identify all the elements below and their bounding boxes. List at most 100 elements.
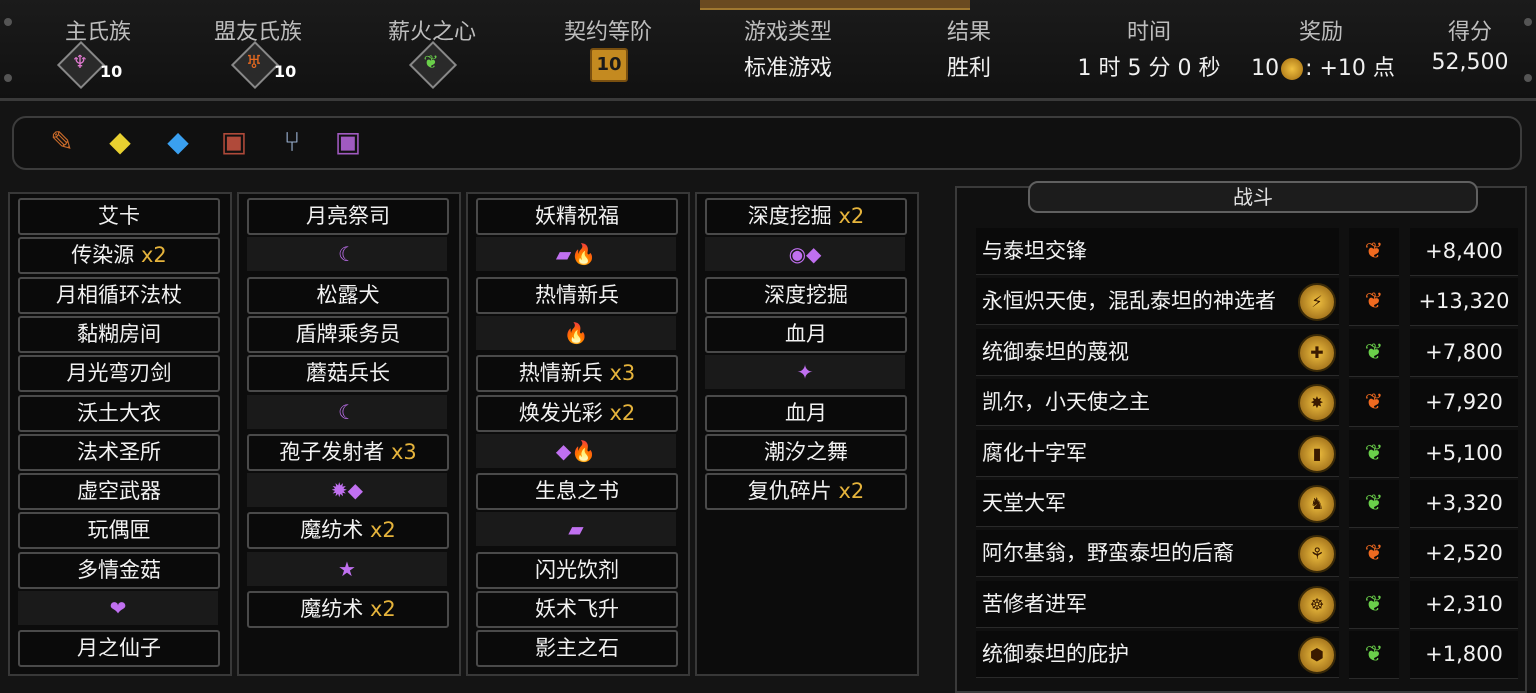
battle-row-score: +2,310 (1410, 580, 1518, 629)
battle-row-name[interactable]: 阿尔基翁，野蛮泰坦的后裔 (976, 530, 1339, 578)
header-allied-clan: 盟友氏族 (213, 20, 302, 45)
card-entry[interactable]: 深度挖掘 (705, 276, 907, 314)
card-upgrade-icons[interactable]: ★ (247, 551, 447, 586)
blue-crystal-icon[interactable]: ◆ (160, 124, 196, 160)
pyre-hot-icon: ❦ (1349, 278, 1399, 327)
card-entry[interactable]: 魔纺术 x2 (247, 591, 449, 628)
allied-clan-level: 10 (274, 62, 297, 81)
run-summary-header: 主氏族 盟友氏族 薪火之心 契约等阶 游戏类型 结果 时间 奖励 得分 ♆ 10… (0, 0, 1536, 101)
red-chest-icon[interactable]: ▣ (216, 124, 252, 160)
card-name: 月相循环法杖 (56, 282, 182, 307)
pyre-hot-icon: ❦ (1349, 530, 1399, 579)
covenant-book-icon[interactable]: 10 (590, 48, 628, 82)
battle-row-name[interactable]: 统御泰坦的蔑视 (976, 328, 1339, 376)
card-entry[interactable]: 魔纺术 x2 (247, 512, 449, 550)
pyre-icon: ❦ (1349, 328, 1399, 377)
card-entry[interactable]: 热情新兵 (476, 276, 678, 314)
card-entry[interactable]: 艾卡 (18, 198, 220, 235)
card-entry[interactable]: 虚空武器 (18, 473, 220, 511)
card-upgrade-icons[interactable]: ✦ (705, 355, 905, 390)
card-entry[interactable]: 血月 (705, 394, 907, 432)
card-entry[interactable]: 潮汐之舞 (705, 433, 907, 471)
battle-row-score: +13,320 (1410, 278, 1518, 327)
card-entry[interactable]: 传染源 x2 (18, 237, 220, 275)
card-upgrade-icons[interactable]: ❤ (18, 591, 218, 625)
battle-row-name[interactable]: 天堂大军 (976, 480, 1339, 527)
card-upgrade-icons[interactable]: ◆🔥 (476, 433, 676, 468)
card-name: 妖精祝福 (535, 204, 619, 228)
header-result: 结果 (946, 20, 991, 45)
boss-badge-icon[interactable]: ♞ (1298, 485, 1336, 523)
battle-row-score: +5,100 (1410, 429, 1518, 478)
card-multiplier: x2 (134, 243, 167, 268)
card-name: 血月 (785, 321, 827, 346)
card-entry[interactable]: 蘑菇兵长 (247, 355, 449, 393)
card-entry[interactable]: 焕发光彩 x2 (476, 394, 678, 432)
fork-icon[interactable]: ⑂ (274, 124, 310, 160)
card-entry[interactable]: 黏糊房间 (18, 315, 220, 353)
artifact-bar: ✎ ◆ ◆ ▣ ⑂ ▣ (12, 116, 1522, 170)
score-value: 52,500 (1431, 50, 1509, 75)
boss-badge-icon[interactable]: ▮ (1298, 434, 1336, 473)
card-entry[interactable]: 复仇碎片 x2 (705, 473, 907, 511)
musket-icon[interactable]: ✎ (44, 124, 80, 160)
card-entry[interactable]: 月亮祭司 (247, 198, 449, 235)
card-entry[interactable]: 玩偶匣 (18, 512, 220, 550)
main-clan-glyph-icon: ♆ (71, 52, 89, 73)
card-name: 多情金菇 (77, 557, 161, 582)
card-name: 潮汐之舞 (764, 439, 848, 464)
card-name: 沃土大衣 (77, 400, 161, 425)
card-name: 黏糊房间 (77, 321, 161, 346)
card-entry[interactable]: 月光弯刃剑 (18, 355, 220, 393)
card-entry[interactable]: 多情金菇 (18, 551, 220, 589)
card-upgrade-icons[interactable]: ◉◆ (705, 237, 905, 272)
pyre-icon: ❦ (1349, 480, 1399, 528)
card-entry[interactable]: 月相循环法杖 (18, 276, 220, 314)
card-entry[interactable]: 沃土大衣 (18, 394, 220, 432)
boss-badge-icon[interactable]: ✚ (1298, 333, 1336, 372)
card-upgrade-icons[interactable]: ▰🔥 (476, 237, 676, 272)
card-entry[interactable]: 妖术飞升 (476, 591, 678, 628)
card-name: 蘑菇兵长 (306, 361, 390, 386)
battle-row-score: +1,800 (1410, 631, 1518, 680)
yellow-crystal-icon[interactable]: ◆ (102, 124, 138, 160)
card-entry[interactable]: 月之仙子 (18, 630, 220, 668)
battle-row-name[interactable]: 腐化十字军 (976, 429, 1339, 477)
card-entry[interactable]: 妖精祝福 (476, 198, 678, 235)
battle-row-name[interactable]: 永恒炽天使，混乱泰坦的神选者 (976, 278, 1339, 326)
card-name: 魔纺术 (300, 518, 364, 543)
card-multiplier: x3 (602, 361, 636, 386)
card-name: 妖术飞升 (535, 597, 619, 621)
boss-badge-icon[interactable]: ✸ (1298, 384, 1336, 423)
card-entry[interactable]: 孢子发射者 x3 (247, 433, 449, 471)
boss-badge-icon[interactable]: ⬢ (1298, 636, 1336, 675)
header-reward: 奖励 (1298, 20, 1343, 45)
card-entry[interactable]: 盾牌乘务员 (247, 315, 449, 353)
card-upgrade-icons[interactable]: ☾ (247, 394, 447, 429)
card-upgrade-icons[interactable]: 🔥 (476, 315, 676, 350)
purple-chest-icon[interactable]: ▣ (330, 124, 366, 160)
card-upgrade-icons[interactable]: ☾ (247, 237, 447, 272)
main-clan-level: 10 (100, 62, 123, 81)
card-entry[interactable]: 深度挖掘 x2 (705, 198, 907, 235)
battle-row-name[interactable]: 与泰坦交锋 (976, 228, 1339, 275)
card-entry[interactable]: 生息之书 (476, 473, 678, 511)
card-entry[interactable]: 热情新兵 x3 (476, 355, 678, 393)
boss-badge-icon[interactable]: ☸ (1298, 585, 1336, 624)
bolt (4, 18, 12, 26)
card-upgrade-icons[interactable]: ✹◆ (247, 473, 447, 508)
battle-row-name[interactable]: 苦修者进军 (976, 580, 1339, 628)
reward-points: : +10 点 (1305, 56, 1395, 81)
card-entry[interactable]: 法术圣所 (18, 433, 220, 471)
pyre-icon: ❦ (1349, 631, 1399, 680)
card-entry[interactable]: 闪光饮剂 (476, 551, 678, 589)
battle-tab[interactable]: 战斗 (1028, 181, 1478, 213)
card-entry[interactable]: 松露犬 (247, 276, 449, 314)
card-entry[interactable]: 血月 (705, 315, 907, 353)
battle-row-name[interactable]: 统御泰坦的庇护 (976, 631, 1339, 679)
card-upgrade-icons[interactable]: ▰ (476, 512, 676, 547)
card-entry[interactable]: 影主之石 (476, 630, 678, 668)
card-name: 法术圣所 (77, 439, 161, 464)
battle-row-name[interactable]: 凯尔，小天使之主 (976, 379, 1339, 427)
card-multiplier: x2 (831, 479, 865, 504)
